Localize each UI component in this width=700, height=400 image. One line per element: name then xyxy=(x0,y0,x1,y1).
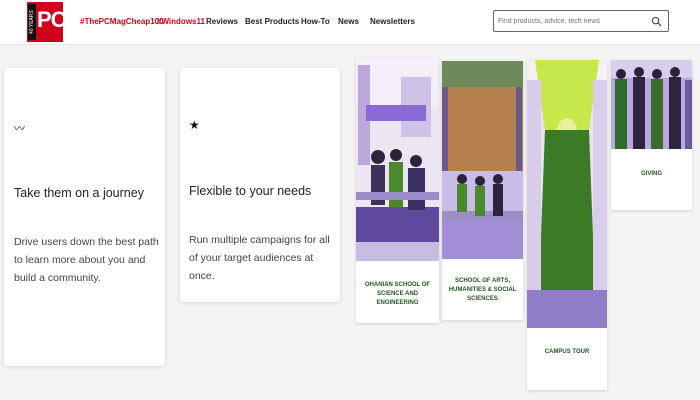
nav-link-newsletters[interactable]: Newsletters xyxy=(370,17,415,26)
photo-students-outdoor xyxy=(442,61,523,259)
gallery-tile-giving[interactable]: Giving xyxy=(611,60,692,210)
nav-link-how-to[interactable]: How-To xyxy=(301,17,330,26)
tile-caption: Giving xyxy=(640,171,662,177)
search-input[interactable] xyxy=(498,14,648,28)
nav-link-news[interactable]: News xyxy=(338,17,359,26)
nav-link-reviews[interactable]: Reviews xyxy=(206,17,238,26)
pcmag-logo[interactable]: 40 YEARS PC xyxy=(27,2,67,42)
tile-caption: Campus Tour xyxy=(544,349,590,355)
feature-card-flexible: ★ Flexible to your needs Run multiple ca… xyxy=(180,68,340,302)
nav-link-windows11[interactable]: #Windows11 xyxy=(157,17,205,26)
feature-text: Drive users down the best path to learn … xyxy=(14,236,159,284)
photo-campus-hall xyxy=(527,60,607,328)
tile-caption: Ohanian School of Science and Engineerin… xyxy=(364,282,431,306)
logo-text: PC xyxy=(37,7,67,32)
search-box[interactable] xyxy=(493,10,669,32)
feature-text: Run multiple campaigns for all of your t… xyxy=(189,234,330,282)
star-icon: ★ xyxy=(189,118,200,132)
trend-icon: 〰 xyxy=(14,123,25,135)
photo-students-lab xyxy=(356,57,439,261)
search-icon[interactable] xyxy=(651,16,662,27)
feature-title: Flexible to your needs xyxy=(189,184,312,198)
nav-link-best-products[interactable]: Best Products xyxy=(245,17,299,26)
tile-caption: School of Arts, Humanities & Social Scie… xyxy=(448,278,517,302)
feature-title: Take them on a journey xyxy=(14,186,144,200)
photo-people-group xyxy=(611,60,692,149)
top-navigation-bar: 40 YEARS PC #ThePCMagCheap100 #Windows11… xyxy=(0,0,700,45)
feature-card-journey: 〰 Take them on a journey Drive users dow… xyxy=(4,68,165,366)
gallery-tile-arts-humanities[interactable]: School of Arts, Humanities & Social Scie… xyxy=(442,61,523,320)
logo-badge: 40 YEARS xyxy=(28,4,36,40)
gallery-tile-campus-tour[interactable]: Campus Tour xyxy=(527,60,607,390)
gallery-tile-science-engineering[interactable]: Ohanian School of Science and Engineerin… xyxy=(356,57,439,323)
nav-link-cheap100[interactable]: #ThePCMagCheap100 xyxy=(80,17,164,26)
